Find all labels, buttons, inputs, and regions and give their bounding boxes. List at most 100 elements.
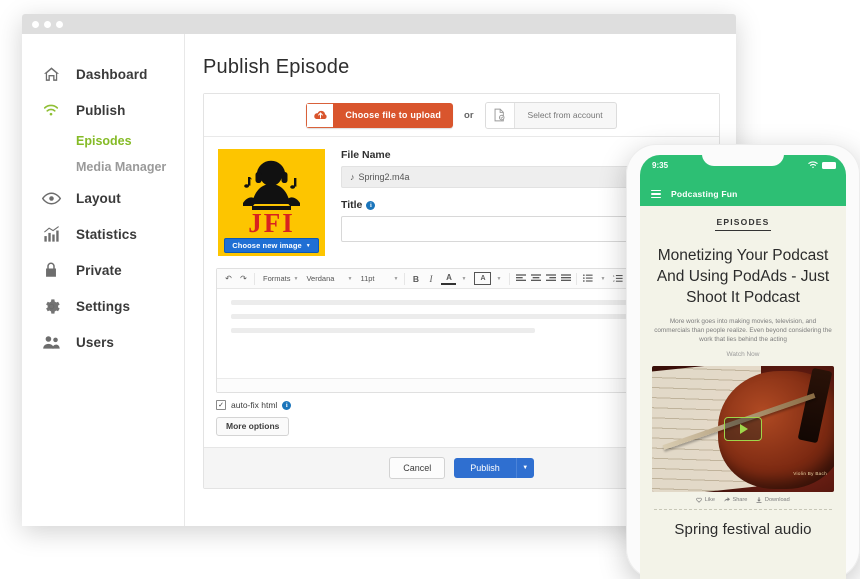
choose-new-image-button[interactable]: Choose new image ▼ bbox=[224, 238, 319, 253]
toolbar-separator bbox=[576, 272, 578, 285]
background-color-button[interactable]: A bbox=[474, 272, 492, 285]
gear-icon bbox=[40, 295, 62, 317]
phone-screen: 9:35 Podcasting Fun EPISODES Monetizing … bbox=[640, 155, 846, 579]
formats-label: Formats bbox=[263, 274, 291, 283]
chevron-down-icon[interactable]: ▼ bbox=[491, 271, 506, 286]
info-icon[interactable]: i bbox=[282, 400, 292, 410]
align-justify-icon[interactable] bbox=[558, 271, 573, 286]
chevron-down-icon[interactable]: ▼ bbox=[456, 271, 471, 286]
align-left-icon[interactable] bbox=[513, 271, 528, 286]
sidebar-subitem-label: Media Manager bbox=[76, 160, 167, 174]
chevron-down-icon: ▼ bbox=[393, 275, 399, 282]
episode-actions-row: Like Share Download bbox=[652, 492, 834, 509]
sidebar-item-statistics[interactable]: Statistics bbox=[22, 216, 184, 252]
select-from-account-button[interactable]: Select from account bbox=[484, 101, 617, 129]
watch-now-label[interactable]: Watch Now bbox=[652, 351, 834, 358]
or-label: or bbox=[464, 109, 474, 121]
sidebar-item-publish[interactable]: Publish bbox=[22, 92, 184, 128]
autofix-html-checkbox[interactable]: ✓ bbox=[216, 400, 226, 410]
bar-chart-icon bbox=[40, 223, 62, 245]
publish-button-group[interactable]: Publish ▼ bbox=[454, 457, 534, 478]
phone-app-title: Podcasting Fun bbox=[671, 189, 738, 199]
wifi-broadcast-icon bbox=[40, 99, 62, 121]
cancel-button[interactable]: Cancel bbox=[389, 456, 446, 479]
sidebar-item-dashboard[interactable]: Dashboard bbox=[22, 56, 184, 92]
sidebar-item-layout[interactable]: Layout bbox=[22, 180, 184, 216]
redo-icon[interactable]: ↷ bbox=[236, 271, 251, 286]
chevron-down-icon[interactable]: ▼ bbox=[515, 457, 534, 478]
like-action[interactable]: Like bbox=[696, 497, 715, 503]
align-center-icon[interactable] bbox=[528, 271, 543, 286]
align-right-icon[interactable] bbox=[543, 271, 558, 286]
album-art-thumbnail[interactable]: JFI Choose new image ▼ bbox=[218, 149, 325, 256]
more-options-button[interactable]: More options bbox=[216, 416, 290, 436]
publish-button[interactable]: Publish bbox=[454, 457, 516, 478]
dotted-divider bbox=[654, 509, 832, 510]
info-icon[interactable]: i bbox=[366, 200, 376, 210]
sidebar-item-label: Users bbox=[76, 334, 115, 350]
check-icon: ✓ bbox=[218, 401, 224, 409]
sidebar-item-label: Statistics bbox=[76, 226, 138, 242]
toolbar-separator bbox=[254, 272, 255, 285]
phone-footer-title: Spring festival audio bbox=[674, 521, 812, 538]
sidebar-item-label: Publish bbox=[76, 102, 126, 118]
italic-button[interactable]: I bbox=[423, 271, 438, 286]
chevron-down-icon: ▼ bbox=[293, 275, 299, 282]
lock-icon bbox=[40, 259, 62, 281]
window-dot-maximize[interactable] bbox=[56, 20, 63, 28]
bold-button[interactable]: B bbox=[408, 271, 423, 286]
hamburger-menu-icon[interactable] bbox=[651, 189, 661, 199]
download-icon bbox=[756, 497, 762, 503]
phone-clock: 9:35 bbox=[652, 161, 669, 170]
sidebar-subitem-media-manager[interactable]: Media Manager bbox=[22, 154, 184, 180]
share-action[interactable]: Share bbox=[724, 497, 747, 503]
phone-notch bbox=[702, 155, 784, 166]
font-family-dropdown[interactable]: Verdana ▼ bbox=[301, 271, 355, 286]
episode-media-thumbnail[interactable]: Violin By Bach bbox=[652, 366, 834, 492]
font-size-dropdown[interactable]: 11pt ▼ bbox=[355, 271, 401, 286]
window-dot-minimize[interactable] bbox=[44, 20, 51, 28]
play-button-icon[interactable] bbox=[724, 417, 762, 441]
like-label: Like bbox=[704, 497, 715, 503]
cloud-upload-icon bbox=[306, 102, 334, 128]
window-titlebar bbox=[22, 14, 736, 34]
chevron-down-icon[interactable]: ▼ bbox=[595, 271, 610, 286]
download-label: Download bbox=[764, 497, 790, 503]
episodes-section-label: EPISODES bbox=[715, 217, 771, 231]
sidebar-item-label: Settings bbox=[76, 298, 131, 314]
placeholder-line bbox=[231, 314, 674, 319]
phone-status-icons bbox=[808, 161, 836, 169]
text-color-button[interactable]: A bbox=[441, 272, 457, 285]
placeholder-line bbox=[231, 300, 674, 305]
sidebar-item-label: Dashboard bbox=[76, 66, 148, 82]
eye-icon bbox=[40, 187, 62, 209]
bullet-list-icon[interactable] bbox=[580, 271, 595, 286]
undo-icon[interactable]: ↶ bbox=[221, 271, 236, 286]
sidebar-subitem-episodes[interactable]: Episodes bbox=[22, 128, 184, 154]
svg-text:2: 2 bbox=[613, 279, 615, 283]
page-title: Publish Episode bbox=[203, 56, 350, 78]
toolbar-separator bbox=[404, 272, 406, 285]
battery-icon bbox=[822, 161, 836, 169]
chevron-down-icon: ▼ bbox=[305, 242, 311, 249]
autofix-html-label: auto-fix html bbox=[231, 400, 278, 410]
choose-file-to-upload-button[interactable]: Choose file to upload bbox=[306, 102, 454, 128]
choose-new-image-label: Choose new image bbox=[232, 241, 302, 250]
download-action[interactable]: Download bbox=[756, 497, 790, 503]
phone-statusbar: 9:35 bbox=[640, 155, 846, 182]
formats-dropdown[interactable]: Formats ▼ bbox=[258, 271, 301, 286]
svg-text:1: 1 bbox=[613, 274, 615, 278]
placeholder-line bbox=[231, 328, 536, 333]
sidebar-item-users[interactable]: Users bbox=[22, 324, 184, 360]
document-check-icon bbox=[485, 102, 515, 128]
home-icon bbox=[40, 63, 62, 85]
font-size-label: 11pt bbox=[360, 274, 375, 283]
users-icon bbox=[40, 331, 62, 353]
phone-content: EPISODES Monetizing Your Podcast And Usi… bbox=[640, 206, 846, 538]
phone-mockup: 9:35 Podcasting Fun EPISODES Monetizing … bbox=[626, 144, 860, 579]
sidebar-item-settings[interactable]: Settings bbox=[22, 288, 184, 324]
numbered-list-icon[interactable]: 12 bbox=[610, 271, 625, 286]
window-dot-close[interactable] bbox=[32, 20, 39, 28]
wifi-icon bbox=[808, 161, 818, 169]
sidebar-item-private[interactable]: Private bbox=[22, 252, 184, 288]
